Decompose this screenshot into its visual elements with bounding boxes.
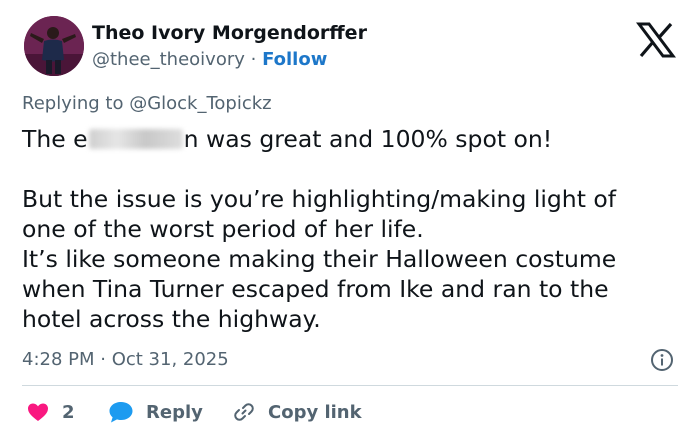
handle-separator: · (244, 49, 263, 70)
tweet-line-1-start: The e (22, 125, 88, 153)
copy-link-label: Copy link (268, 401, 362, 423)
replying-to: Replying to @Glock_Topickz (22, 93, 272, 114)
timestamp[interactable]: 4:28 PM · Oct 31, 2025 (22, 349, 229, 370)
tweet-line-6: hotel across the highway. (22, 305, 321, 333)
divider (22, 385, 678, 386)
avatar[interactable] (24, 16, 84, 76)
replying-prefix: Replying to (22, 93, 130, 114)
reply-label: Reply (146, 401, 203, 423)
heart-icon (28, 403, 48, 421)
tweet-line-2: But the issue is you’re highlighting/mak… (22, 185, 617, 213)
tweet-line-3: one of the worst period of her life. (22, 215, 424, 243)
tweet-line-1-end: n was great and 100% spot on! (183, 125, 553, 153)
author-handle-row: @thee_theoivory · Follow (92, 49, 327, 70)
tweet-text: The e n was great and 100% spot on! But t… (22, 124, 682, 334)
tweet-line-4: It’s like someone making their Halloween… (22, 245, 617, 273)
like-button[interactable]: 2 (26, 400, 75, 424)
follow-button[interactable]: Follow (262, 49, 327, 70)
copy-link-button[interactable]: Copy link (232, 400, 362, 424)
like-count: 2 (62, 401, 75, 423)
reply-button[interactable]: Reply (108, 400, 203, 424)
speech-bubble-icon (109, 402, 133, 423)
author-name[interactable]: Theo Ivory Morgendorffer (92, 22, 367, 44)
info-icon[interactable] (650, 348, 674, 372)
tweet-line-5: when Tina Turner escaped from Ike and ra… (22, 275, 609, 303)
replying-handle[interactable]: @Glock_Topickz (129, 93, 271, 114)
redacted-word (88, 129, 183, 149)
tweet-line-1: The e n was great and 100% spot on! (22, 124, 682, 154)
link-icon (234, 403, 254, 421)
x-logo-icon[interactable] (636, 22, 676, 58)
tweet-card: Theo Ivory Morgendorffer @thee_theoivory… (0, 0, 700, 440)
author-handle[interactable]: @thee_theoivory (92, 49, 245, 70)
avatar-photo (24, 16, 84, 76)
